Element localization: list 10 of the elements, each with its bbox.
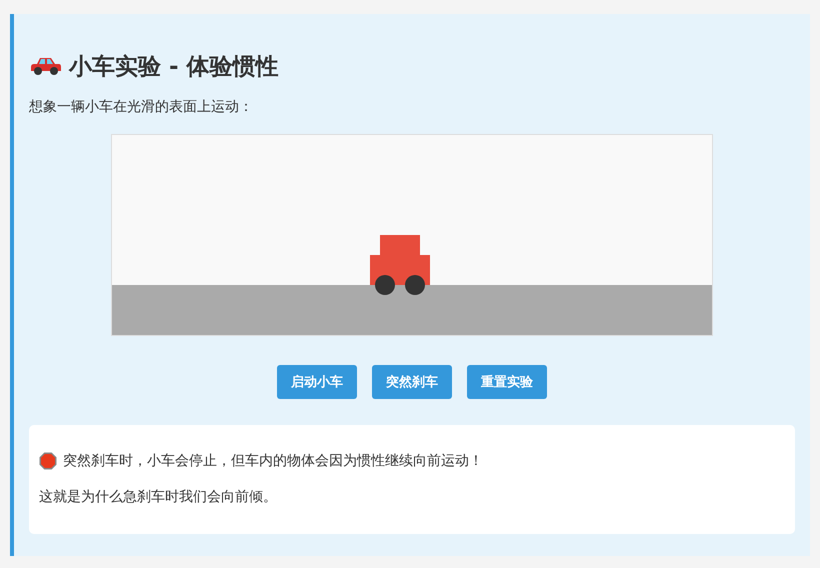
note-text: 突然刹车时，小车会停止，但车内的物体会因为惯性继续向前运动！: [63, 452, 483, 470]
control-button[interactable]: 启动小车: [277, 365, 357, 399]
stop-sign-icon: [39, 452, 57, 470]
control-button[interactable]: 突然刹车: [372, 365, 452, 399]
car-icon: [31, 56, 61, 76]
control-button[interactable]: 重置实验: [467, 365, 547, 399]
page-title: 小车实验 - 体验惯性: [69, 52, 279, 82]
car-drawing: [370, 235, 430, 295]
note-text: 这就是为什么急刹车时我们会向前倾。: [39, 488, 278, 506]
intro-text: 想象一辆小车在光滑的表面上运动：: [29, 98, 254, 116]
